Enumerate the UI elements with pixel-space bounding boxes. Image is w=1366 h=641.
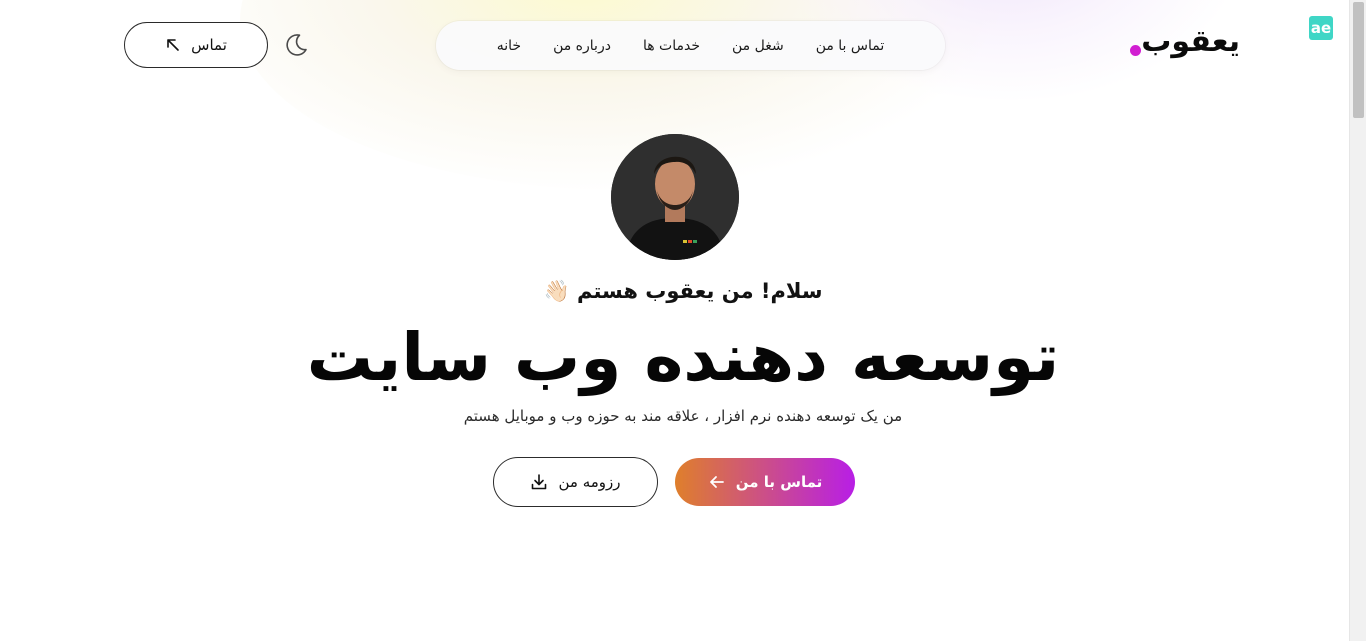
greeting: سلام! من یعقوب هستم 👋🏻 <box>483 274 883 308</box>
download-icon <box>532 474 547 490</box>
waving-hand-icon: 👋🏻 <box>543 279 570 303</box>
moon-icon[interactable] <box>283 32 309 58</box>
nav-item-services[interactable]: خدمات ها <box>643 38 700 54</box>
main-nav: خانه درباره من خدمات ها شغل من تماس با م… <box>436 21 945 70</box>
hero-subtitle: من یک توسعه دهنده نرم افزار ، علاقه مند … <box>463 407 903 425</box>
vertical-scrollbar[interactable] <box>1349 0 1366 641</box>
nav-item-contact[interactable]: تماس با من <box>816 38 885 54</box>
nav-item-home[interactable]: خانه <box>497 38 521 54</box>
contact-me-label: تماس با من <box>735 473 823 491</box>
contact-me-button[interactable]: تماس با من <box>675 458 855 506</box>
hero-headline: توسعه دهنده وب سایت <box>306 319 1061 396</box>
arrow-left-icon <box>709 476 724 488</box>
resume-button[interactable]: رزومه من <box>493 457 658 507</box>
site-logo[interactable]: یعقوب <box>1128 22 1240 62</box>
arrow-up-left-icon <box>167 39 179 51</box>
avatar <box>611 134 739 260</box>
greeting-text: سلام! من یعقوب هستم <box>576 279 823 303</box>
nav-item-portfolio[interactable]: شغل من <box>732 38 784 54</box>
nav-item-about[interactable]: درباره من <box>553 38 611 54</box>
resume-label: رزومه من <box>558 473 621 491</box>
header-contact-label: تماس <box>191 36 227 54</box>
avatar-image <box>611 134 739 260</box>
logo-dot <box>1130 45 1141 56</box>
aesthetic-extension-icon[interactable]: ae <box>1309 16 1333 40</box>
header-contact-button[interactable]: تماس <box>124 22 268 68</box>
page: ae یعقوب خانه درباره من خدمات ها شغل من … <box>0 0 1366 641</box>
scrollbar-thumb[interactable] <box>1353 2 1364 118</box>
